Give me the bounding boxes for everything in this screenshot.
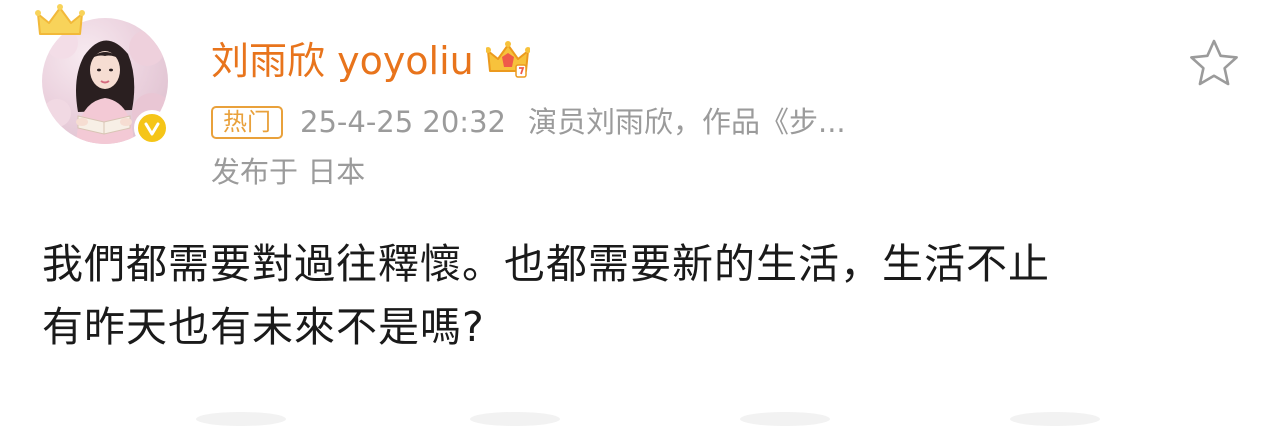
favorite-button[interactable]	[1188, 38, 1240, 88]
user-description[interactable]: 演员刘雨欣，作品《步...	[528, 102, 846, 142]
vip-crown-icon[interactable]	[484, 41, 531, 81]
verified-badge-icon	[134, 110, 170, 146]
crown-icon	[34, 2, 86, 42]
image-strip-edge	[0, 410, 1284, 426]
post-meta-row: 热门 25-4-25 20:32 演员刘雨欣，作品《步...	[211, 102, 846, 142]
image-thumb-edge	[470, 412, 560, 426]
weibo-post-card: 刘雨欣 yoyoliu 热门 25-4-25 20:32 演员刘雨欣，作品《步.…	[0, 0, 1284, 426]
user-avatar-container[interactable]	[35, 4, 170, 146]
hot-tag[interactable]: 热门	[211, 105, 283, 139]
username-row: 刘雨欣 yoyoliu	[211, 36, 531, 86]
post-time: 25-4-25 20:32	[300, 105, 506, 139]
post-text-line: 我們都需要對過往釋懷。也都需要新的生活，生活不止	[42, 240, 1050, 288]
image-thumb-edge	[1010, 412, 1100, 426]
post-text-line: 有昨天也有未來不是嗎?	[42, 303, 485, 351]
star-outline-icon	[1190, 39, 1238, 86]
image-thumb-edge	[740, 412, 830, 426]
username[interactable]: 刘雨欣 yoyoliu	[211, 36, 474, 86]
post-content[interactable]: 我們都需要對過往釋懷。也都需要新的生活，生活不止 有昨天也有未來不是嗎?	[42, 233, 1242, 359]
image-thumb-edge	[196, 412, 286, 426]
post-location: 发布于 日本	[211, 155, 366, 189]
